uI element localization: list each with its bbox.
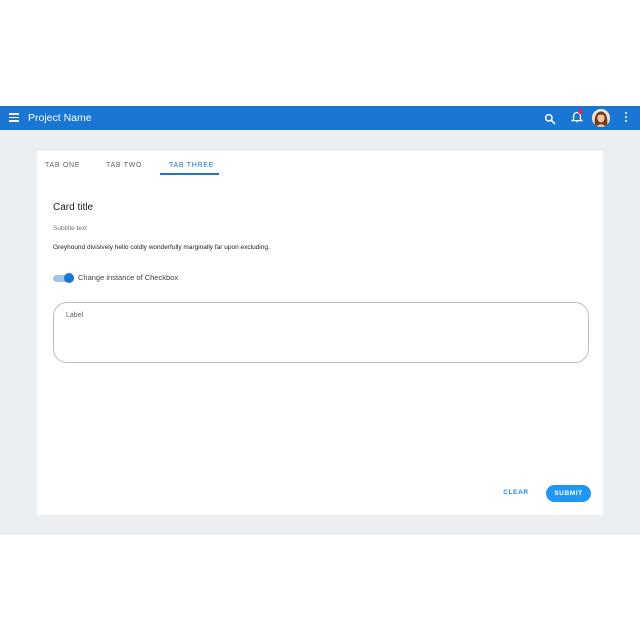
submit-button[interactable]: SUBMIT: [546, 485, 591, 502]
switch-label[interactable]: Change instance of Checkbox: [78, 273, 178, 283]
card-title: Card title: [53, 202, 94, 213]
menu-icon[interactable]: [9, 113, 19, 123]
bell-icon[interactable]: [570, 109, 584, 124]
label-text-field[interactable]: Label: [53, 302, 589, 363]
content-card: TAB ONE TAB TWO TAB THREE Card title Sub…: [37, 151, 603, 515]
search-icon[interactable]: [544, 112, 556, 125]
card-body-text: Greyhound divisively hello coldly wonder…: [53, 244, 270, 251]
avatar[interactable]: [592, 109, 610, 127]
tab-three[interactable]: TAB THREE: [169, 158, 214, 174]
app-bar: Project Name: [0, 106, 640, 130]
tab-indicator: [160, 173, 219, 175]
more-vert-icon[interactable]: [621, 112, 631, 124]
checkbox-switch[interactable]: [53, 273, 74, 283]
notification-badge: [578, 109, 583, 114]
app-title: Project Name: [28, 112, 92, 124]
clear-button[interactable]: CLEAR: [499, 484, 533, 502]
card-subtitle: Subtitle text: [53, 225, 87, 232]
tab-one[interactable]: TAB ONE: [45, 158, 80, 174]
app-frame: Project Name TAB ONE TAB TWO TAB THREE C…: [0, 106, 640, 535]
switch-thumb: [64, 273, 74, 283]
tab-two[interactable]: TAB TWO: [106, 158, 142, 174]
text-field-label: Label: [66, 312, 84, 319]
